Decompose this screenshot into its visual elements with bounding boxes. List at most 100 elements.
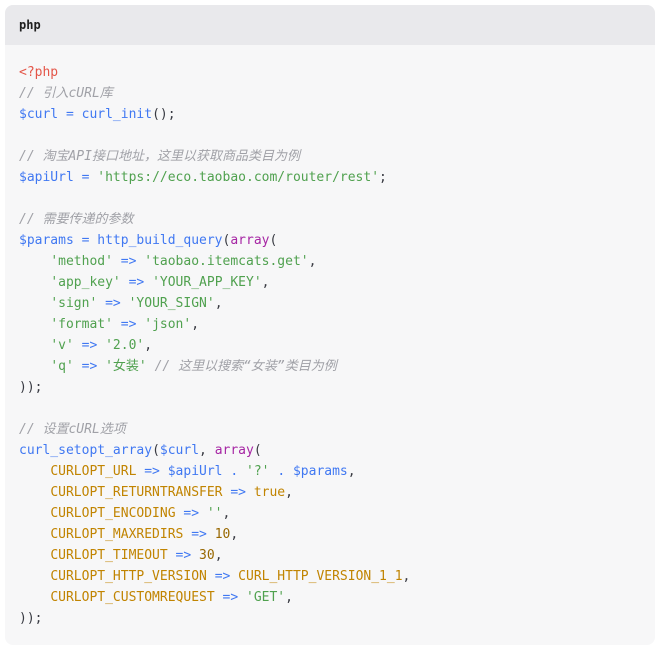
php-open-tag: <?php bbox=[19, 65, 59, 80]
code-operator: => bbox=[222, 590, 239, 605]
code-text: ( bbox=[253, 443, 262, 458]
code-keyword: array bbox=[214, 443, 254, 458]
code-text: , bbox=[347, 464, 356, 479]
code-constant: CURLOPT_MAXREDIRS bbox=[50, 527, 184, 542]
code-text: , bbox=[144, 338, 153, 353]
code-constant: true bbox=[253, 485, 286, 500]
code-operator: => bbox=[120, 254, 137, 269]
code-variable: $apiUrl bbox=[19, 170, 74, 185]
code-string: '2.0' bbox=[105, 338, 145, 353]
code-line: CURLOPT_MAXREDIRS => 10, bbox=[19, 524, 641, 545]
code-keyword: array bbox=[230, 233, 270, 248]
code-string: 'json' bbox=[144, 317, 192, 332]
code-line: // 设置cURL选项 bbox=[19, 419, 641, 440]
code-string: 'taobao.itemcats.get' bbox=[144, 254, 309, 269]
code-comment: // 淘宝API接口地址，这里以获取商品类目为例 bbox=[19, 149, 300, 164]
code-variable: $curl bbox=[19, 107, 59, 122]
code-string: 'YOUR_APP_KEY' bbox=[152, 275, 262, 290]
code-text: , bbox=[285, 590, 293, 605]
code-operator: => bbox=[214, 569, 231, 584]
code-line: CURLOPT_TIMEOUT => 30, bbox=[19, 545, 641, 566]
code-line: // 淘宝API接口地址，这里以获取商品类目为例 bbox=[19, 146, 641, 167]
code-constant: CURLOPT_ENCODING bbox=[50, 506, 176, 521]
code-string: '女装' bbox=[105, 359, 147, 374]
code-text: )); bbox=[19, 611, 43, 626]
code-line: )); bbox=[19, 377, 641, 398]
code-text: , bbox=[261, 275, 270, 290]
code-line: 'q' => '女装' // 这里以搜索“女装”类目为例 bbox=[19, 356, 641, 377]
code-block: php <?php // 引入cURL库 $curl = curl_init(); … bbox=[5, 5, 655, 645]
code-text: , bbox=[191, 317, 200, 332]
code-text: ( bbox=[269, 233, 278, 248]
code-line: 'method' => 'taobao.itemcats.get', bbox=[19, 251, 641, 272]
code-constant: CURLOPT_RETURNTRANSFER bbox=[50, 485, 223, 500]
code-line: 'format' => 'json', bbox=[19, 314, 641, 335]
code-comment: // 设置cURL选项 bbox=[19, 422, 126, 437]
code-constant: CURL_HTTP_VERSION_1_1 bbox=[238, 569, 403, 584]
code-line: $curl = curl_init(); bbox=[19, 104, 641, 125]
code-text: (); bbox=[152, 107, 176, 122]
code-text: , bbox=[285, 485, 293, 500]
code-function: curl_init bbox=[81, 107, 153, 122]
code-operator: => bbox=[175, 548, 192, 563]
code-language-label: php bbox=[19, 18, 41, 32]
code-comment: // 这里以搜索“女装”类目为例 bbox=[154, 359, 337, 374]
code-operator: = bbox=[65, 107, 74, 122]
code-line: 'sign' => 'YOUR_SIGN', bbox=[19, 293, 641, 314]
code-line: )); bbox=[19, 608, 641, 629]
code-string: 'app_key' bbox=[50, 275, 121, 290]
code-operator: . bbox=[277, 464, 286, 479]
code-variable: $params bbox=[19, 233, 74, 248]
code-comment: // 引入cURL库 bbox=[19, 86, 113, 101]
code-text: ; bbox=[379, 170, 387, 185]
code-line: $apiUrl = 'https://eco.taobao.com/router… bbox=[19, 167, 641, 188]
code-operator: => bbox=[120, 317, 137, 332]
code-string: 'q' bbox=[50, 359, 74, 374]
code-operator: => bbox=[105, 296, 121, 311]
code-constant: CURLOPT_HTTP_VERSION bbox=[50, 569, 207, 584]
code-operator: => bbox=[230, 485, 246, 500]
code-variable: $params bbox=[292, 464, 348, 479]
code-operator: => bbox=[191, 527, 207, 542]
code-string: 'method' bbox=[50, 254, 113, 269]
code-string: 'format' bbox=[50, 317, 113, 332]
code-line: // 引入cURL库 bbox=[19, 83, 641, 104]
code-line: $params = http_build_query(array( bbox=[19, 230, 641, 251]
code-operator: => bbox=[81, 359, 98, 374]
code-line: CURLOPT_RETURNTRANSFER => true, bbox=[19, 482, 641, 503]
code-content[interactable]: <?php // 引入cURL库 $curl = curl_init(); // 淘… bbox=[5, 45, 655, 629]
code-constant: CURLOPT_TIMEOUT bbox=[50, 548, 168, 563]
code-string: 'sign' bbox=[50, 296, 98, 311]
code-line: CURLOPT_CUSTOMREQUEST => 'GET', bbox=[19, 587, 641, 608]
code-string: 'https://eco.taobao.com/router/rest' bbox=[97, 170, 380, 185]
code-string: '' bbox=[206, 506, 223, 521]
code-text: , bbox=[402, 569, 411, 584]
code-text: , bbox=[230, 527, 239, 542]
